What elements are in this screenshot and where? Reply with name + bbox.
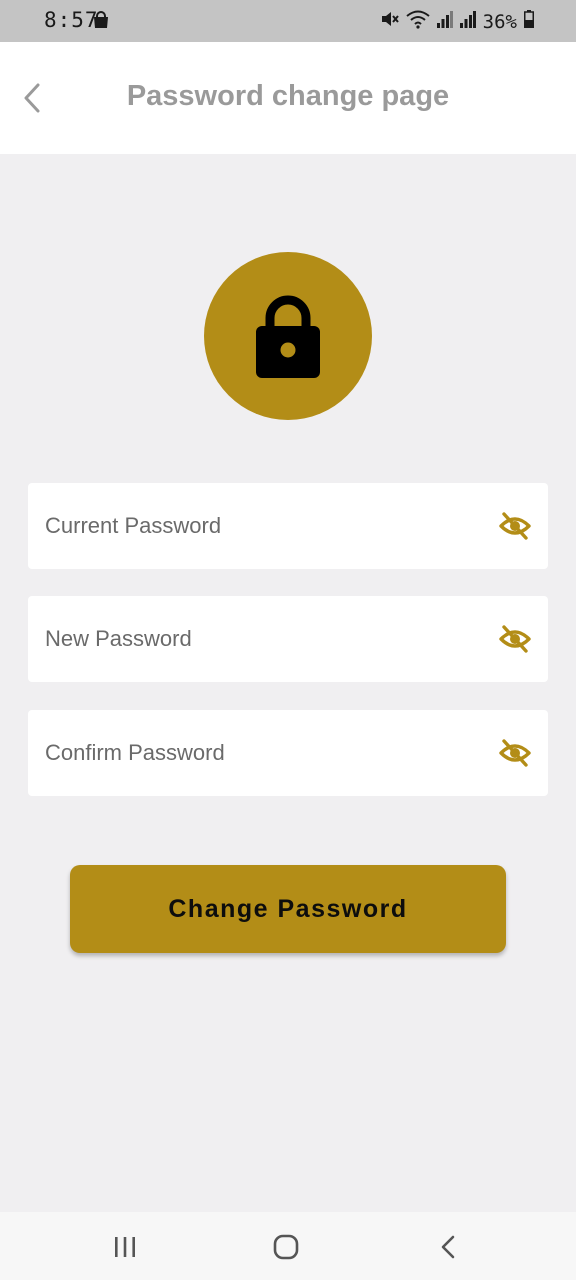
home-button[interactable] [266,1232,306,1262]
eye-off-icon [499,625,531,653]
current-password-input[interactable] [28,483,478,569]
wifi-icon [406,9,430,34]
recent-apps-button[interactable] [105,1232,145,1262]
new-password-field [28,596,548,682]
current-password-field [28,483,548,569]
status-bar: 8:57 36% [0,0,576,42]
toggle-confirm-password-visibility[interactable] [498,737,532,769]
lock-icon [256,295,320,378]
signal-icon-1 [436,10,453,33]
app-bar: Password change page [0,42,576,154]
recent-apps-icon [115,1237,135,1257]
home-icon [273,1234,299,1260]
confirm-password-input[interactable] [28,710,478,796]
battery-percent: 36% [482,10,517,33]
eye-off-icon [499,512,531,540]
shopping-bag-icon [92,11,110,34]
system-nav-bar [0,1212,576,1280]
change-password-button[interactable]: Change Password [70,865,506,953]
new-password-input[interactable] [28,596,478,682]
status-time: 8:57 [44,8,99,32]
toggle-new-password-visibility[interactable] [498,623,532,655]
confirm-password-field [28,710,548,796]
back-arrow-icon [441,1235,455,1259]
status-icons: 36% [379,9,534,34]
page-title: Password change page [126,80,450,112]
signal-icon-2 [459,10,476,33]
mute-icon [379,9,399,34]
system-back-button[interactable] [428,1232,468,1262]
eye-off-icon [499,739,531,767]
toggle-current-password-visibility[interactable] [498,510,532,542]
lock-badge [204,252,372,420]
battery-icon [524,10,534,33]
